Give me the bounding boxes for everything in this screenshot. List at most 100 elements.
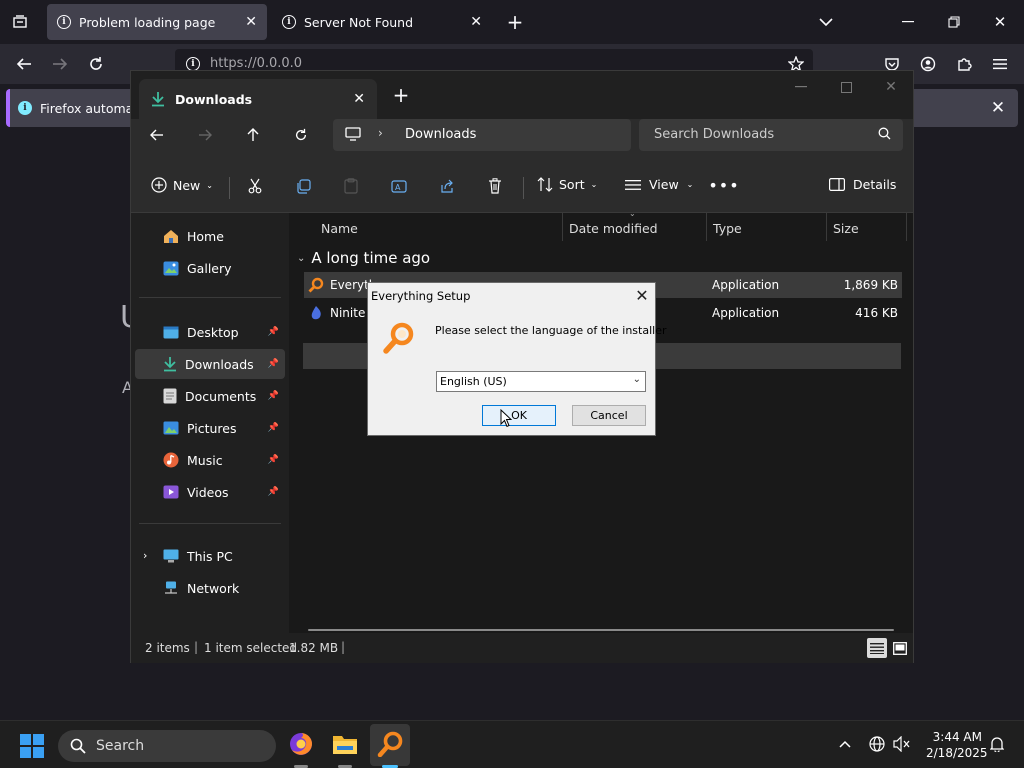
sidebar-item-gallery[interactable]: Gallery bbox=[135, 253, 285, 283]
close-window-icon[interactable]: ✕ bbox=[990, 12, 1010, 32]
url-text[interactable]: https://0.0.0.0 bbox=[210, 56, 302, 71]
sidebar-item-pictures[interactable]: Pictures 📌 bbox=[135, 413, 285, 443]
sidebar-item-network[interactable]: Network bbox=[135, 573, 285, 603]
mouse-cursor-icon bbox=[500, 408, 513, 431]
sort-button[interactable]: Sort ⌄ bbox=[537, 177, 597, 192]
sidebar-item-this-pc[interactable]: This PC bbox=[135, 541, 285, 571]
column-header-date[interactable]: Date modified bbox=[569, 221, 658, 236]
new-tab-icon[interactable]: + bbox=[391, 83, 411, 107]
status-item-count: 2 items bbox=[145, 641, 190, 655]
new-tab-icon[interactable]: + bbox=[505, 10, 525, 34]
dialog-close-icon[interactable]: ✕ bbox=[632, 285, 652, 305]
start-windows-icon[interactable] bbox=[20, 734, 44, 761]
close-tab-icon[interactable]: ✕ bbox=[245, 14, 257, 30]
new-button[interactable]: New ⌄ bbox=[151, 177, 213, 193]
pin-icon[interactable]: 📌 bbox=[268, 327, 279, 337]
forward-icon[interactable] bbox=[195, 125, 215, 145]
sidebar-item-videos[interactable]: Videos 📌 bbox=[135, 477, 285, 507]
tab-list-icon[interactable] bbox=[10, 12, 30, 32]
details-button[interactable]: Details bbox=[829, 177, 896, 192]
close-tab-icon[interactable]: ✕ bbox=[470, 14, 482, 30]
cancel-button[interactable]: Cancel bbox=[572, 405, 646, 426]
pin-icon[interactable]: 📌 bbox=[268, 423, 279, 433]
file-size: 416 KB bbox=[855, 306, 898, 320]
horizontal-scrollbar[interactable] bbox=[308, 629, 894, 631]
this-pc-icon bbox=[163, 549, 179, 563]
globe-network-icon[interactable] bbox=[868, 735, 886, 753]
explorer-tab-downloads[interactable]: Downloads ✕ bbox=[139, 79, 377, 119]
show-hidden-icons-icon[interactable] bbox=[836, 735, 854, 753]
pin-icon[interactable]: 📌 bbox=[268, 359, 279, 369]
windows-taskbar: Search 3:44 AM 2/18/2025 bbox=[0, 720, 1024, 768]
language-select[interactable]: English (US) ⌄ bbox=[436, 371, 646, 392]
sidebar-item-home[interactable]: Home bbox=[135, 221, 285, 251]
column-header-size[interactable]: Size bbox=[833, 221, 859, 236]
chevron-down-icon: ⌄ bbox=[590, 180, 598, 189]
close-window-icon[interactable]: ✕ bbox=[881, 77, 901, 97]
ninite-app-icon bbox=[311, 306, 321, 320]
language-value: English (US) bbox=[440, 375, 507, 388]
column-separator[interactable] bbox=[906, 213, 907, 241]
view-button[interactable]: View ⌄ bbox=[625, 177, 693, 192]
sidebar-item-label: Desktop bbox=[187, 324, 239, 340]
pin-icon[interactable]: 📌 bbox=[268, 487, 279, 497]
sidebar-item-downloads[interactable]: Downloads 📌 bbox=[135, 349, 285, 379]
tab-problem-loading[interactable]: i Problem loading page ✕ bbox=[47, 4, 267, 40]
column-separator[interactable] bbox=[826, 213, 827, 241]
sidebar-item-documents[interactable]: Documents 📌 bbox=[135, 381, 285, 411]
account-icon[interactable] bbox=[918, 54, 938, 74]
pin-icon[interactable]: 📌 bbox=[268, 455, 279, 465]
column-separator[interactable] bbox=[706, 213, 707, 241]
volume-muted-icon[interactable] bbox=[892, 735, 912, 753]
forward-icon[interactable] bbox=[50, 54, 70, 74]
share-icon[interactable] bbox=[437, 176, 457, 196]
taskbar-search[interactable]: Search bbox=[58, 730, 276, 762]
restore-icon[interactable] bbox=[944, 12, 964, 32]
back-icon[interactable] bbox=[147, 125, 167, 145]
notification-bell-icon[interactable] bbox=[988, 735, 1006, 753]
group-collapse-icon: ⌄ bbox=[297, 252, 306, 264]
menu-icon[interactable] bbox=[990, 54, 1010, 74]
view-list-icon bbox=[625, 179, 641, 190]
minimize-icon[interactable] bbox=[791, 77, 811, 97]
close-tab-icon[interactable]: ✕ bbox=[353, 91, 365, 107]
paste-icon[interactable] bbox=[341, 176, 361, 196]
svg-text:A: A bbox=[395, 183, 401, 192]
details-view-icon[interactable] bbox=[867, 638, 887, 658]
group-header[interactable]: ⌄ A long time ago bbox=[297, 249, 430, 267]
column-separator[interactable] bbox=[562, 213, 563, 241]
ok-button[interactable]: OK bbox=[482, 405, 556, 426]
rename-icon[interactable]: A bbox=[389, 176, 409, 196]
minimize-icon[interactable] bbox=[898, 12, 918, 32]
status-bar: 2 items | 1 item selected 1.82 MB | bbox=[131, 633, 913, 663]
sidebar-item-label: Network bbox=[187, 580, 240, 596]
taskbar-clock[interactable]: 3:44 AM 2/18/2025 bbox=[926, 729, 988, 761]
notification-close-icon[interactable]: ✕ bbox=[988, 98, 1008, 118]
sidebar-item-desktop[interactable]: Desktop 📌 bbox=[135, 317, 285, 347]
up-icon[interactable] bbox=[243, 125, 263, 145]
delete-icon[interactable] bbox=[485, 176, 505, 196]
sidebar-item-label: Music bbox=[187, 452, 223, 468]
refresh-icon[interactable] bbox=[291, 125, 311, 145]
site-info-icon[interactable]: i bbox=[186, 57, 200, 71]
everything-app-icon bbox=[308, 277, 324, 293]
column-header-type[interactable]: Type bbox=[713, 221, 742, 236]
breadcrumb-downloads[interactable]: Downloads bbox=[405, 127, 476, 142]
pin-icon[interactable]: 📌 bbox=[268, 391, 279, 401]
back-icon[interactable] bbox=[14, 54, 34, 74]
more-options-icon[interactable]: ••• bbox=[708, 175, 738, 195]
home-icon bbox=[164, 229, 178, 243]
extensions-icon[interactable] bbox=[954, 54, 974, 74]
copy-icon[interactable] bbox=[293, 176, 313, 196]
sidebar-item-music[interactable]: Music 📌 bbox=[135, 445, 285, 475]
cut-icon[interactable] bbox=[245, 176, 265, 196]
column-header-name[interactable]: Name bbox=[321, 221, 358, 236]
tab-server-not-found[interactable]: i Server Not Found ✕ bbox=[272, 4, 492, 40]
large-icons-view-icon[interactable] bbox=[891, 638, 909, 658]
firefox-taskbar-icon[interactable] bbox=[288, 731, 314, 757]
list-all-tabs-icon[interactable] bbox=[816, 12, 836, 32]
toolbar-separator bbox=[523, 177, 524, 199]
reload-icon[interactable] bbox=[86, 54, 106, 74]
maximize-icon[interactable] bbox=[836, 77, 856, 97]
file-explorer-taskbar-icon[interactable] bbox=[332, 732, 358, 759]
